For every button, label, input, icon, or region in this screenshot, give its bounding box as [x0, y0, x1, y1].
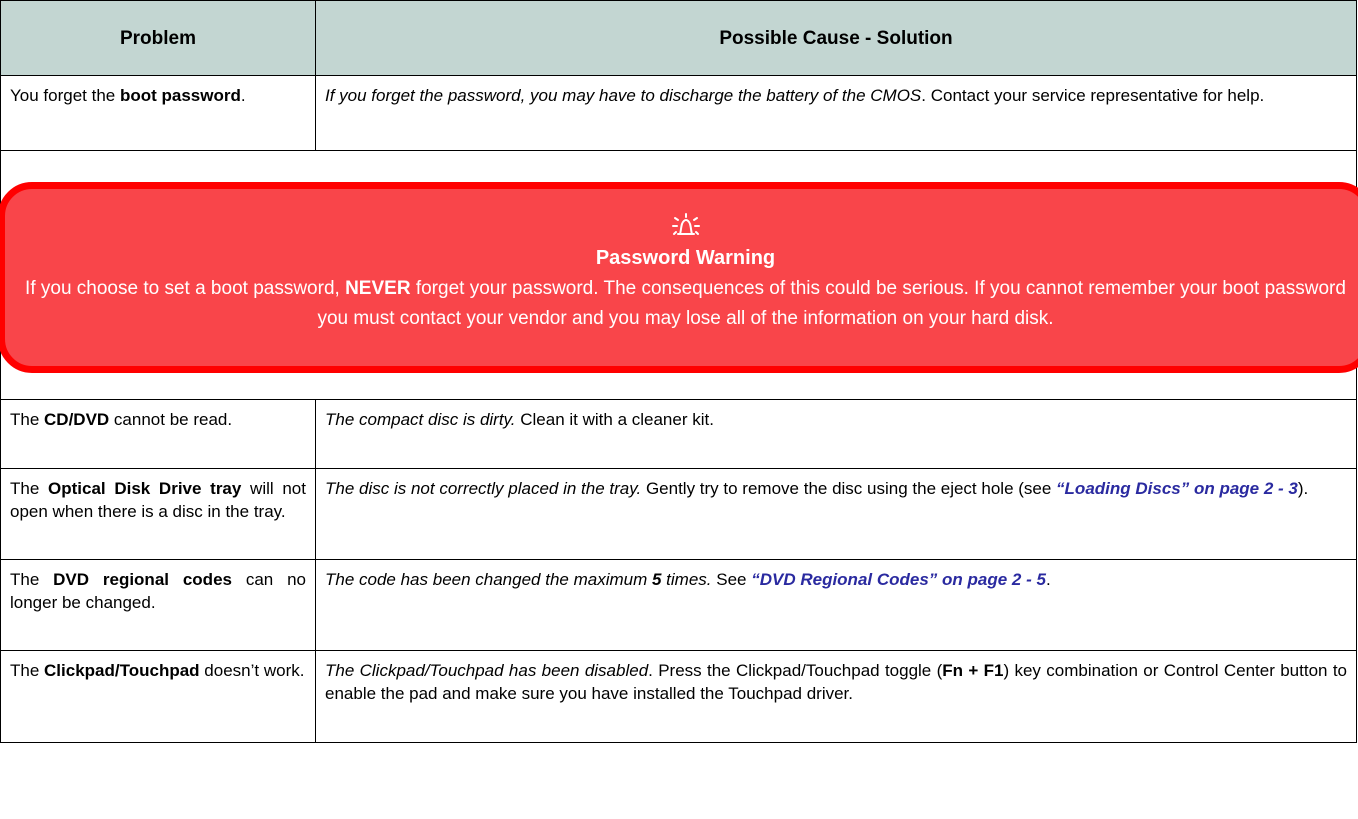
warning-title: Password Warning: [595, 247, 776, 269]
problem-cell: The Optical Disk Drive tray will not ope…: [10, 479, 306, 521]
solution-cell: The disc is not correctly placed in the …: [325, 479, 1309, 498]
problem-header: Problem: [0, 0, 316, 76]
alarm-bell-icon: [671, 213, 700, 235]
dvd-regional-codes-link[interactable]: “DVD Regional Codes” on page 2 - 5: [751, 570, 1046, 589]
solution-cell: If you forget the password, you may have…: [325, 86, 1265, 105]
table-row: The Optical Disk Drive tray will not ope…: [0, 468, 1357, 560]
table-row: The Clickpad/Touchpad doesn’t work. The …: [0, 650, 1357, 743]
loading-discs-link[interactable]: “Loading Discs” on page 2 - 3: [1056, 479, 1298, 498]
problem-cell: The Clickpad/Touchpad doesn’t work.: [10, 661, 305, 680]
problem-cell: The CD/DVD cannot be read.: [10, 410, 233, 429]
problem-cell: The DVD regional codes can no longer be …: [10, 570, 306, 612]
table-row: The CD/DVD cannot be read. The compact d…: [0, 399, 1357, 469]
problem-cell: You forget the boot password.: [10, 86, 246, 105]
solution-cell: The Clickpad/Touchpad has been disabled.…: [325, 661, 1347, 703]
table-row: You forget the boot password. If you for…: [0, 75, 1357, 151]
solution-cell: The compact disc is dirty. Clean it with…: [325, 410, 714, 429]
warning-row: Password Warning If you choose to set a …: [0, 150, 1358, 400]
table-header-row: Problem Possible Cause - Solution: [0, 0, 1357, 76]
solution-cell: The code has been changed the maximum 5 …: [325, 570, 1051, 589]
password-warning-box: Password Warning If you choose to set a …: [0, 182, 1358, 373]
document-page: Problem Possible Cause - Solution You fo…: [0, 0, 1358, 819]
table-row: The DVD regional codes can no longer be …: [0, 559, 1357, 651]
solution-header: Possible Cause - Solution: [315, 0, 1357, 76]
warning-text: If you choose to set a boot password, NE…: [25, 278, 1346, 329]
troubleshooting-table: Problem Possible Cause - Solution You fo…: [0, 0, 1358, 743]
